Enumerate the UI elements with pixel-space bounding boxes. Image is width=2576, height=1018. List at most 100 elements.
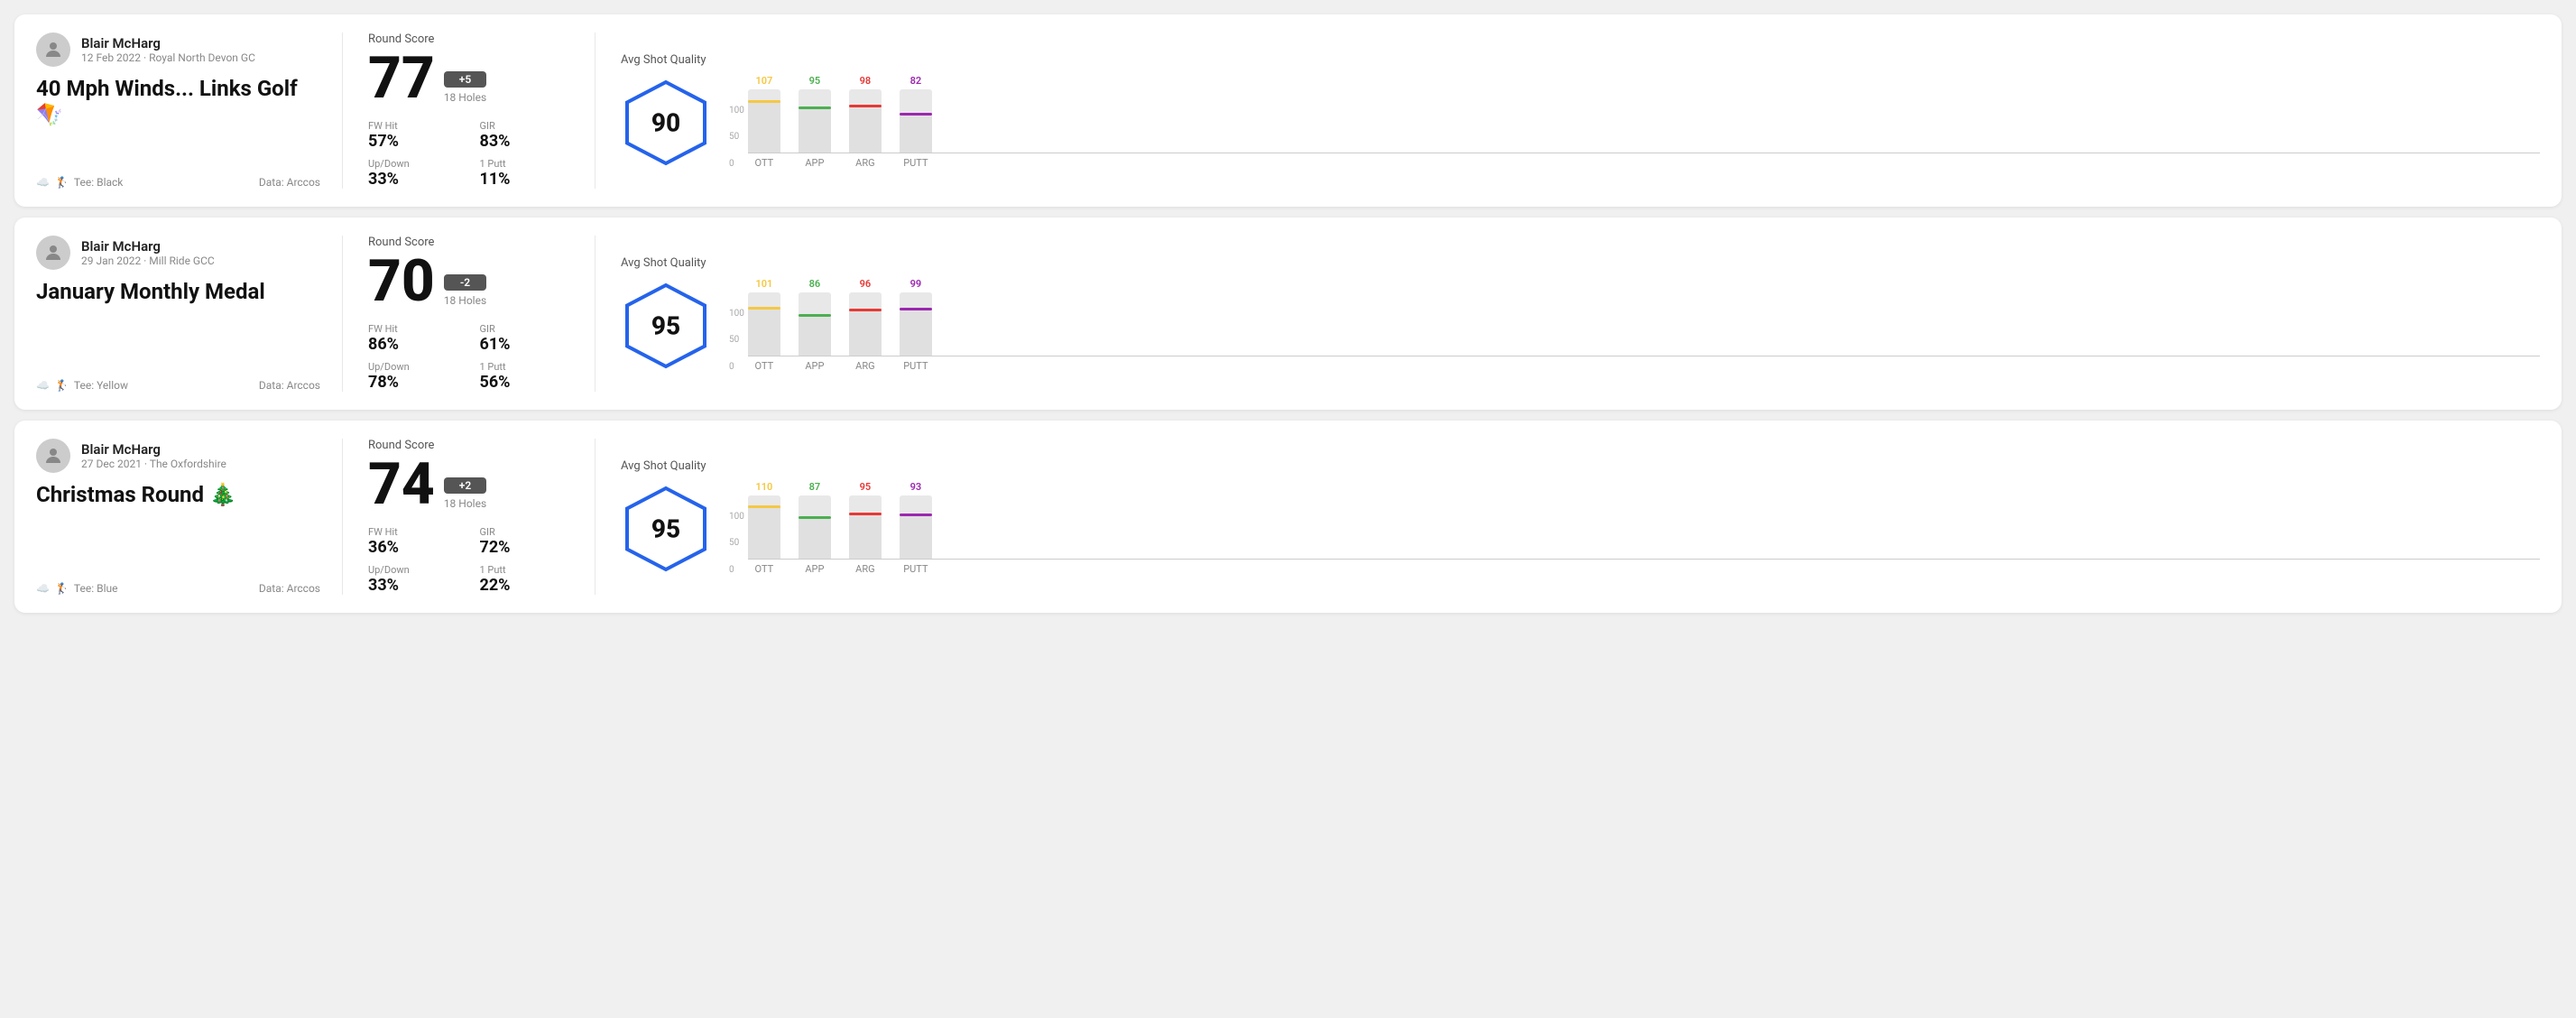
fw-hit-stat: FW Hit 86% bbox=[368, 323, 458, 354]
weather-icon: ☁️ bbox=[36, 176, 50, 189]
round-title: 40 Mph Winds... Links Golf 🪁 bbox=[36, 76, 320, 128]
gir-stat: GIR 61% bbox=[480, 323, 570, 354]
round-card-round-3: Blair McHarg 27 Dec 2021 · The Oxfordshi… bbox=[14, 421, 2562, 613]
card-middle: Round Score 77 +5 18 Holes FW Hit 57% GI… bbox=[343, 32, 596, 189]
shot-quality-col: Avg Shot Quality 95 bbox=[621, 459, 711, 574]
card-middle: Round Score 74 +2 18 Holes FW Hit 36% GI… bbox=[343, 439, 596, 595]
tee-label: Tee: Yellow bbox=[74, 379, 128, 392]
card-left: Blair McHarg 27 Dec 2021 · The Oxfordshi… bbox=[36, 439, 343, 595]
avatar bbox=[36, 439, 70, 473]
data-source: Data: Arccos bbox=[259, 379, 320, 392]
card-footer: ☁️ 🏌️ Tee: Blue Data: Arccos bbox=[36, 582, 320, 595]
avatar bbox=[36, 32, 70, 67]
bar-col-app: 95 bbox=[799, 75, 831, 153]
bar-col-putt: 93 bbox=[900, 481, 932, 559]
shot-quality-col: Avg Shot Quality 95 bbox=[621, 256, 711, 371]
player-row: Blair McHarg 27 Dec 2021 · The Oxfordshi… bbox=[36, 439, 320, 473]
card-right: Avg Shot Quality 95 100 50 0 110 bbox=[596, 439, 2540, 595]
up-down-stat: Up/Down 33% bbox=[368, 564, 458, 595]
player-info: Blair McHarg 29 Jan 2022 · Mill Ride GCC bbox=[81, 238, 215, 267]
bag-icon: 🏌️ bbox=[55, 379, 69, 392]
player-name: Blair McHarg bbox=[81, 441, 226, 458]
up-down-stat: Up/Down 33% bbox=[368, 158, 458, 189]
hexagon-wrapper: 90 bbox=[621, 78, 711, 168]
card-left: Blair McHarg 12 Feb 2022 · Royal North D… bbox=[36, 32, 343, 189]
score-badge-col: +5 18 Holes bbox=[444, 71, 486, 107]
hexagon-value: 90 bbox=[651, 108, 680, 138]
bar-col-app: 86 bbox=[799, 278, 831, 356]
card-middle: Round Score 70 -2 18 Holes FW Hit 86% GI… bbox=[343, 236, 596, 392]
stats-grid: FW Hit 86% GIR 61% Up/Down 78% 1 Putt 56… bbox=[368, 323, 569, 392]
hexagon-wrapper: 95 bbox=[621, 281, 711, 371]
round-card-round-2: Blair McHarg 29 Jan 2022 · Mill Ride GCC… bbox=[14, 217, 2562, 410]
one-putt-stat: 1 Putt 56% bbox=[480, 361, 570, 392]
player-row: Blair McHarg 12 Feb 2022 · Royal North D… bbox=[36, 32, 320, 67]
bar-col-arg: 96 bbox=[849, 278, 882, 356]
up-down-stat: Up/Down 78% bbox=[368, 361, 458, 392]
hexagon-value: 95 bbox=[651, 311, 680, 341]
bar-col-ott: 110 bbox=[748, 481, 780, 559]
bar-col-arg: 98 bbox=[849, 75, 882, 153]
score-number: 70 bbox=[368, 253, 435, 310]
hexagon: 95 bbox=[621, 484, 711, 574]
player-date: 12 Feb 2022 · Royal North Devon GC bbox=[81, 51, 255, 64]
hexagon: 95 bbox=[621, 281, 711, 371]
gir-stat: GIR 83% bbox=[480, 120, 570, 151]
one-putt-stat: 1 Putt 11% bbox=[480, 158, 570, 189]
card-footer: ☁️ 🏌️ Tee: Yellow Data: Arccos bbox=[36, 379, 320, 392]
holes-label: 18 Holes bbox=[444, 91, 486, 104]
weather-icon: ☁️ bbox=[36, 582, 50, 595]
player-row: Blair McHarg 29 Jan 2022 · Mill Ride GCC bbox=[36, 236, 320, 270]
fw-hit-stat: FW Hit 36% bbox=[368, 526, 458, 557]
data-source: Data: Arccos bbox=[259, 582, 320, 595]
tee-info: ☁️ 🏌️ Tee: Black bbox=[36, 176, 123, 189]
fw-hit-stat: FW Hit 57% bbox=[368, 120, 458, 151]
bar-col-putt: 99 bbox=[900, 278, 932, 356]
card-left: Blair McHarg 29 Jan 2022 · Mill Ride GCC… bbox=[36, 236, 343, 392]
avatar bbox=[36, 236, 70, 270]
score-number: 74 bbox=[368, 456, 435, 514]
bar-col-app: 87 bbox=[799, 481, 831, 559]
player-name: Blair McHarg bbox=[81, 238, 215, 255]
score-badge: -2 bbox=[444, 274, 486, 291]
card-right: Avg Shot Quality 90 100 50 0 107 bbox=[596, 32, 2540, 189]
tee-label: Tee: Black bbox=[74, 176, 123, 189]
bar-col-ott: 107 bbox=[748, 75, 780, 153]
data-source: Data: Arccos bbox=[259, 176, 320, 189]
player-info: Blair McHarg 12 Feb 2022 · Royal North D… bbox=[81, 35, 255, 64]
bag-icon: 🏌️ bbox=[55, 176, 69, 189]
score-badge-col: +2 18 Holes bbox=[444, 477, 486, 514]
bar-col-putt: 82 bbox=[900, 75, 932, 153]
player-info: Blair McHarg 27 Dec 2021 · The Oxfordshi… bbox=[81, 441, 226, 470]
shot-quality-label: Avg Shot Quality bbox=[621, 256, 706, 270]
shot-quality-label: Avg Shot Quality bbox=[621, 459, 706, 473]
round-title: Christmas Round 🎄 bbox=[36, 482, 320, 508]
holes-label: 18 Holes bbox=[444, 497, 486, 510]
tee-info: ☁️ 🏌️ Tee: Yellow bbox=[36, 379, 128, 392]
hexagon-wrapper: 95 bbox=[621, 484, 711, 574]
hexagon: 90 bbox=[621, 78, 711, 168]
score-row: 77 +5 18 Holes bbox=[368, 50, 569, 107]
bar-col-ott: 101 bbox=[748, 278, 780, 356]
weather-icon: ☁️ bbox=[36, 379, 50, 392]
score-row: 70 -2 18 Holes bbox=[368, 253, 569, 310]
card-footer: ☁️ 🏌️ Tee: Black Data: Arccos bbox=[36, 176, 320, 189]
player-date: 27 Dec 2021 · The Oxfordshire bbox=[81, 458, 226, 470]
hexagon-value: 95 bbox=[651, 514, 680, 544]
score-row: 74 +2 18 Holes bbox=[368, 456, 569, 514]
score-badge-col: -2 18 Holes bbox=[444, 274, 486, 310]
shot-quality-label: Avg Shot Quality bbox=[621, 53, 706, 67]
round-title: January Monthly Medal bbox=[36, 279, 320, 305]
shot-quality-col: Avg Shot Quality 90 bbox=[621, 53, 711, 168]
player-name: Blair McHarg bbox=[81, 35, 255, 51]
bag-icon: 🏌️ bbox=[55, 582, 69, 595]
holes-label: 18 Holes bbox=[444, 294, 486, 307]
stats-grid: FW Hit 57% GIR 83% Up/Down 33% 1 Putt 11… bbox=[368, 120, 569, 189]
score-badge: +2 bbox=[444, 477, 486, 494]
score-number: 77 bbox=[368, 50, 435, 107]
round-card-round-1: Blair McHarg 12 Feb 2022 · Royal North D… bbox=[14, 14, 2562, 207]
gir-stat: GIR 72% bbox=[480, 526, 570, 557]
tee-label: Tee: Blue bbox=[74, 582, 118, 595]
player-date: 29 Jan 2022 · Mill Ride GCC bbox=[81, 255, 215, 267]
one-putt-stat: 1 Putt 22% bbox=[480, 564, 570, 595]
